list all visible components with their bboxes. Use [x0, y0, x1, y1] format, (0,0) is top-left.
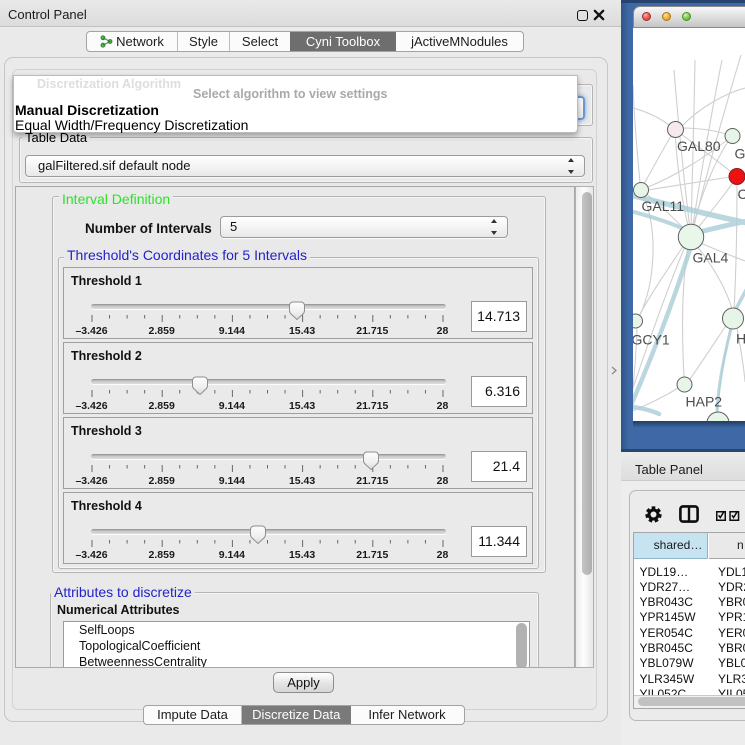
- svg-text:GAL11: GAL11: [642, 198, 685, 214]
- svg-text:G.: G.: [735, 146, 745, 162]
- svg-text:GAL4: GAL4: [693, 250, 729, 266]
- svg-text:C: C: [738, 186, 745, 202]
- svg-text:GAL80: GAL80: [677, 138, 721, 154]
- svg-text:GCY1: GCY1: [633, 332, 670, 348]
- svg-text:H: H: [736, 331, 745, 347]
- svg-text:HAP2: HAP2: [686, 394, 723, 410]
